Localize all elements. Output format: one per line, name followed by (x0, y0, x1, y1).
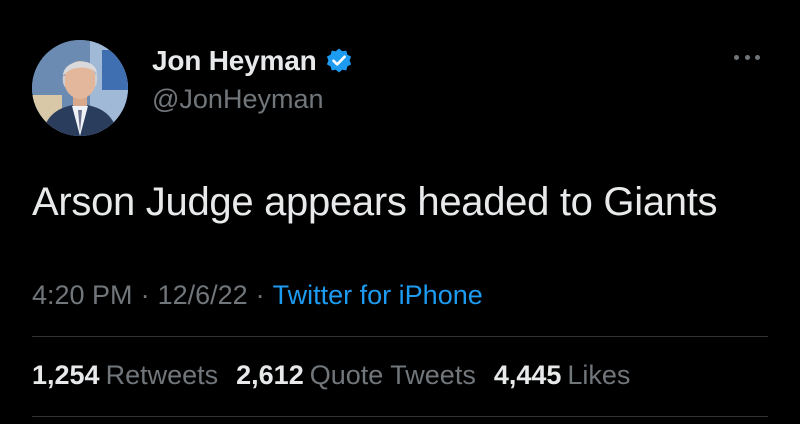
divider (32, 336, 768, 337)
verified-badge-icon (325, 47, 353, 75)
likes-count: 4,445 (493, 360, 562, 390)
more-dot (734, 54, 739, 60)
tweet-card: Jon Heyman @JonHeyman Arson Judge appear… (0, 0, 800, 424)
meta-separator: · (255, 280, 265, 310)
retweets-stat[interactable]: 1,254 Retweets (32, 360, 218, 391)
more-dot (755, 54, 760, 60)
tweet-source-link[interactable]: Twitter for iPhone (273, 280, 483, 311)
meta-separator: · (140, 280, 150, 310)
tweet-metadata: 4:20 PM · 12/6/22 · Twitter for iPhone (32, 280, 483, 311)
author-display-name[interactable]: Jon Heyman (152, 45, 317, 77)
author-name-row: Jon Heyman (152, 44, 353, 78)
quote-tweets-stat[interactable]: 2,612 Quote Tweets (236, 360, 476, 391)
more-dot (744, 54, 750, 60)
avatar[interactable] (32, 40, 128, 136)
author-handle[interactable]: @JonHeyman (152, 84, 323, 115)
tweet-text: Arson Judge appears headed to Giants (32, 180, 718, 224)
tweet-time[interactable]: 4:20 PM (32, 280, 133, 311)
more-options-icon[interactable] (734, 52, 760, 62)
retweets-count: 1,254 (32, 360, 100, 390)
retweets-label: Retweets (105, 360, 219, 390)
likes-label: Likes (567, 360, 631, 390)
divider (32, 416, 768, 417)
quote-tweets-count: 2,612 (236, 360, 304, 390)
tweet-date[interactable]: 12/6/22 (158, 280, 248, 311)
quote-tweets-label: Quote Tweets (309, 360, 476, 390)
engagement-stats: 1,254 Retweets 2,612 Quote Tweets 4,445 Lik… (32, 360, 648, 391)
profile-photo (32, 40, 128, 136)
likes-stat[interactable]: 4,445 Likes (494, 360, 631, 391)
